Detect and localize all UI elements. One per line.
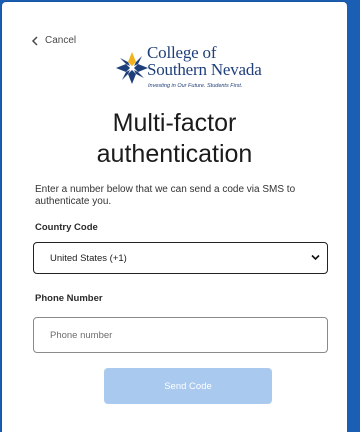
send-code-button[interactable]: Send Code xyxy=(104,368,272,404)
cancel-label: Cancel xyxy=(45,35,77,46)
country-code-value: United States (+1) xyxy=(50,253,127,264)
logo-text-line2: Southern Nevada xyxy=(147,60,262,79)
auth-card: Cancel College of Southern Nevada Invest… xyxy=(2,2,347,432)
page-title-line2: authentication xyxy=(96,140,253,168)
page-title: Multi-factor authentication xyxy=(2,108,347,170)
instructions-text: Enter a number below that we can send a … xyxy=(35,184,296,207)
chevron-left-icon xyxy=(31,35,38,46)
country-code-select[interactable]: United States (+1) xyxy=(33,242,328,274)
logo-tagline: Investing in Our Future. Students First. xyxy=(148,83,243,89)
phone-number-label: Phone Number xyxy=(35,293,103,304)
college-logo: College of Southern Nevada Investing in … xyxy=(114,42,274,92)
chevron-down-icon xyxy=(311,254,320,261)
page-title-line1: Multi-factor xyxy=(112,109,237,137)
phone-number-input[interactable]: Phone number xyxy=(33,317,328,353)
background-edge xyxy=(347,0,360,432)
send-code-label: Send Code xyxy=(164,380,212,392)
cancel-link[interactable]: Cancel xyxy=(31,35,76,46)
college-logo-mark-icon xyxy=(116,52,148,84)
country-code-label: Country Code xyxy=(35,222,98,233)
phone-number-placeholder: Phone number xyxy=(50,330,113,341)
